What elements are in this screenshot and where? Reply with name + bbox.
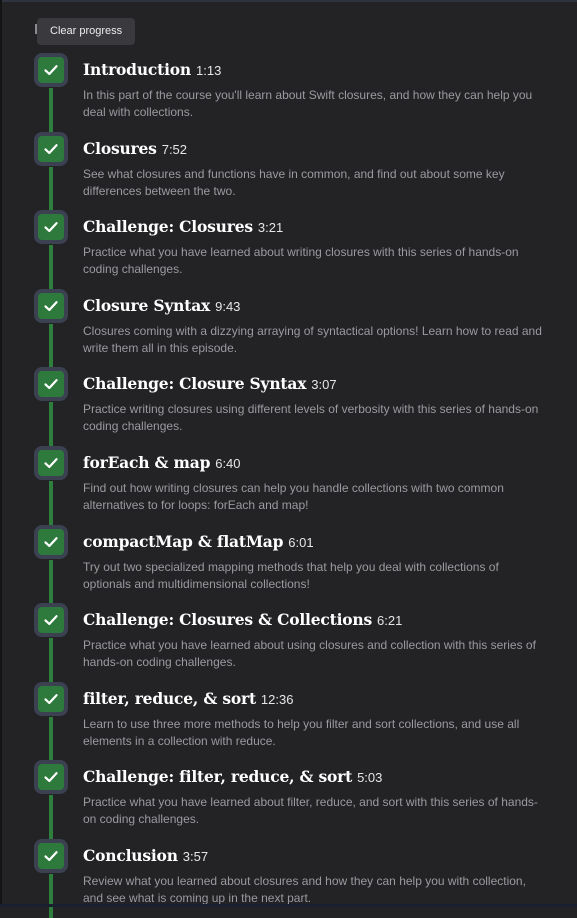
- lesson-duration: 6:21: [377, 613, 403, 628]
- lesson-title: Introduction: [83, 60, 191, 79]
- lesson-duration: 7:52: [161, 142, 188, 157]
- lesson-complete-checkbox[interactable]: [34, 525, 68, 559]
- lesson-complete-checkbox[interactable]: [34, 367, 68, 401]
- lesson-complete-checkbox[interactable]: [34, 289, 68, 323]
- lesson-title: Closure Syntax: [83, 296, 211, 315]
- progress-connector: [49, 717, 53, 761]
- checkmark-icon: [43, 534, 59, 550]
- checkmark-icon: [43, 376, 59, 392]
- lesson-description: Practice what you have learned about wri…: [83, 245, 519, 276]
- lesson-title: Challenge: Closures & Collections: [83, 610, 373, 629]
- lesson-description: Learn to use three more methods to help …: [83, 717, 520, 748]
- lesson-complete-checkbox[interactable]: [34, 603, 68, 637]
- lesson-title-link[interactable]: forEach & map 6:40: [83, 453, 241, 473]
- checkmark-icon: [43, 62, 59, 78]
- lesson-duration: 6:40: [215, 456, 241, 471]
- lesson-description: In this part of the course you'll learn …: [83, 88, 533, 119]
- checkmark-icon: [43, 455, 59, 471]
- lesson-title: forEach & map: [83, 453, 211, 472]
- lesson-complete-checkbox[interactable]: [34, 53, 68, 87]
- checkmark-icon: [43, 769, 59, 785]
- lesson-duration: 3:07: [311, 377, 337, 392]
- lesson-description: Practice writing closures using differen…: [83, 402, 539, 433]
- lesson-complete-checkbox[interactable]: [34, 682, 68, 716]
- checkmark-icon: [43, 848, 59, 864]
- lesson-duration: 3:57: [182, 849, 209, 864]
- checkmark-icon: [43, 298, 59, 314]
- lesson-title: Challenge: Closure Syntax: [83, 374, 307, 393]
- lesson-title: filter, reduce, & sort: [83, 689, 256, 708]
- lesson-complete-checkbox[interactable]: [34, 446, 68, 480]
- lesson-title-link[interactable]: Challenge: filter, reduce, & sort 5:03: [83, 767, 382, 787]
- lesson-title-link[interactable]: Challenge: Closures & Collections 6:21: [83, 610, 402, 630]
- window-top-border: [0, 0, 577, 2]
- lesson-description: Practice what you have learned about usi…: [83, 638, 536, 669]
- lesson-title-link[interactable]: Closures 7:52: [83, 139, 187, 159]
- lesson-title-link[interactable]: compactMap & flatMap 6:01: [83, 532, 314, 552]
- checkmark-icon: [43, 691, 59, 707]
- lesson-duration: 9:43: [215, 299, 241, 314]
- lesson-title: Conclusion: [83, 846, 178, 865]
- lesson-description: Try out two specialized mapping methods …: [83, 560, 499, 591]
- progress-connector: [49, 402, 53, 446]
- progress-connector: [49, 481, 53, 525]
- progress-connector: [49, 88, 53, 132]
- progress-connector: [49, 245, 53, 289]
- lesson-complete-checkbox[interactable]: [34, 210, 68, 244]
- lesson-title: Challenge: filter, reduce, & sort: [83, 767, 353, 786]
- lesson-duration: 1:13: [196, 63, 222, 78]
- checkmark-icon: [43, 612, 59, 628]
- lesson-title: Closures: [83, 139, 157, 158]
- lesson-title: compactMap & flatMap: [83, 532, 284, 551]
- lesson-description: See what closures and functions have in …: [83, 167, 505, 198]
- lesson-description: Review what you learned about closures a…: [83, 874, 526, 905]
- lesson-duration: 6:01: [288, 535, 314, 550]
- checkmark-icon: [43, 141, 59, 157]
- lesson-title-link[interactable]: Challenge: Closures 3:21: [83, 217, 283, 237]
- lesson-title-link[interactable]: Challenge: Closure Syntax 3:07: [83, 374, 337, 394]
- progress-connector: [49, 874, 53, 918]
- checkmark-icon: [43, 219, 59, 235]
- progress-connector: [49, 560, 53, 604]
- progress-connector: [49, 638, 53, 682]
- lesson-complete-checkbox[interactable]: [34, 839, 68, 873]
- clear-progress-tooltip: Clear progress: [37, 18, 136, 45]
- lesson-title-link[interactable]: Conclusion 3:57: [83, 846, 208, 866]
- lesson-description: Practice what you have learned about fil…: [83, 795, 538, 826]
- progress-connector: [49, 324, 53, 368]
- window-left-border: [0, 0, 2, 907]
- lesson-complete-checkbox[interactable]: [34, 132, 68, 166]
- lesson-title: Challenge: Closures: [83, 217, 253, 236]
- lesson-description: Find out how writing closures can help y…: [83, 481, 504, 512]
- lesson-description: Closures coming with a dizzying arraying…: [83, 324, 542, 355]
- lesson-title-link[interactable]: filter, reduce, & sort 12:36: [83, 689, 293, 709]
- lesson-title-link[interactable]: Introduction 1:13: [83, 60, 221, 80]
- lesson-title-link[interactable]: Closure Syntax 9:43: [83, 296, 240, 316]
- lesson-complete-checkbox[interactable]: [34, 760, 68, 794]
- progress-connector: [49, 795, 53, 839]
- lesson-duration: 12:36: [260, 692, 294, 707]
- lesson-duration: 5:03: [357, 770, 383, 785]
- lesson-duration: 3:21: [257, 220, 284, 235]
- progress-connector: [49, 167, 53, 211]
